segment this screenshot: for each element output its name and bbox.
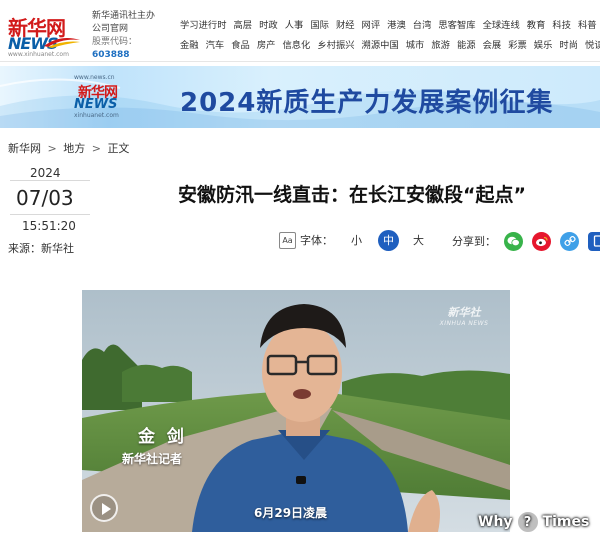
caption-reporter-role: 新华社记者 <box>122 452 183 466</box>
nav-link[interactable]: 旅游 <box>431 37 450 51</box>
xinhuanet-logo[interactable]: 新华网 NEWS www.xinhuanet.com <box>8 8 86 58</box>
nav-link[interactable]: 台湾 <box>413 17 432 31</box>
breadcrumb-home[interactable]: 新华网 <box>8 142 41 155</box>
site-header: 新华网 NEWS www.xinhuanet.com 新华通讯社主办 公司官网 … <box>0 0 600 62</box>
nav-link[interactable]: 房产 <box>257 37 276 51</box>
watermark-times: Times <box>542 514 590 530</box>
corp-line-2: 公司官网 <box>92 24 129 34</box>
breadcrumb-separator: > <box>47 142 57 155</box>
nav-link[interactable]: 信息化 <box>282 37 310 51</box>
nav-link[interactable]: 思客智库 <box>438 17 475 31</box>
font-size-small[interactable]: 小 <box>351 232 362 248</box>
play-icon[interactable] <box>90 494 118 522</box>
meta-divider <box>10 180 90 181</box>
breadcrumb-current: 正文 <box>107 142 130 155</box>
caption-reporter-name: 金 剑 <box>138 427 187 447</box>
nav-link[interactable]: 乡村振兴 <box>317 37 354 51</box>
nav-link[interactable]: 科技 <box>552 17 571 31</box>
nav-link[interactable]: 时政 <box>259 17 278 31</box>
nav-link[interactable]: 悦读 <box>585 37 600 51</box>
stock-label: 股票代码： <box>92 37 138 47</box>
nav-link[interactable]: 金融 <box>180 37 199 51</box>
nav-link[interactable]: 国际 <box>310 17 329 31</box>
video-player[interactable]: 新华社 XINHUA NEWS 金 剑 新华社记者 6月29日凌晨 <box>82 290 510 532</box>
nav-link[interactable]: 学习进行时 <box>180 17 227 31</box>
breadcrumb-separator: > <box>91 142 101 155</box>
nav-link[interactable]: 汽车 <box>206 37 225 51</box>
corp-info: 新华通讯社主办 公司官网 股票代码： 603888 <box>92 10 167 62</box>
nav-link[interactable]: 高层 <box>234 17 253 31</box>
why-times-watermark: Why ? Times <box>478 505 589 539</box>
banner-logo-sub: xinhuanet.com <box>74 112 119 119</box>
nav-link[interactable]: 溯源中国 <box>362 37 399 51</box>
font-size-label: 字体： <box>300 234 333 247</box>
meta-divider <box>10 214 90 215</box>
banner-title: 2024新质生产力发展案例征集 <box>180 88 554 118</box>
wechat-icon[interactable] <box>504 231 523 251</box>
breadcrumb: 新华网 > 地方 > 正文 <box>8 140 132 156</box>
nav-link[interactable]: 会展 <box>483 37 502 51</box>
nav-row-2: 金融 汽车 食品 房产 信息化 乡村振兴 溯源中国 城市 旅游 能源 会展 彩票 娱乐 时尚 悦读 <box>180 34 600 54</box>
nav-link[interactable]: 财经 <box>336 17 355 31</box>
font-size-control: Aa 字体： 小 中 大 <box>279 229 440 251</box>
link-icon[interactable] <box>560 231 579 251</box>
font-size-medium[interactable]: 中 <box>378 229 399 251</box>
nav-link[interactable]: 彩票 <box>508 37 527 51</box>
watermark-en: XINHUA NEWS <box>439 320 489 327</box>
watermark-cn: 新华社 <box>447 306 481 319</box>
nav-link[interactable]: 城市 <box>406 37 425 51</box>
breadcrumb-local[interactable]: 地方 <box>63 142 85 155</box>
font-size-large[interactable]: 大 <box>413 232 424 248</box>
article-source: 来源：新华社 <box>8 242 74 255</box>
nav-link[interactable]: 全球连线 <box>483 17 520 31</box>
nav-row-1: 学习进行时 高层 时政 人事 国际 财经 网评 港澳 台湾 思客智库 全球连线 教育 科技 科普 <box>180 14 600 34</box>
video-watermark: 新华社 XINHUA NEWS <box>434 304 494 327</box>
publish-time: 15:51:20 <box>22 219 76 233</box>
caption-timestamp: 6月29日凌晨 <box>254 506 328 520</box>
nav-link[interactable]: 港澳 <box>387 17 406 31</box>
more-share-icon[interactable] <box>588 231 600 251</box>
campaign-banner[interactable]: www.news.cn 新华网 NEWS xinhuanet.com 2024新… <box>0 66 600 128</box>
nav-link[interactable]: 科普 <box>578 17 597 31</box>
nav-link[interactable]: 教育 <box>527 17 546 31</box>
logo-swoosh-icon <box>44 38 80 48</box>
share-label: 分享到： <box>452 235 496 248</box>
publish-year: 2024 <box>30 166 61 180</box>
nav-link[interactable]: 网评 <box>362 17 381 31</box>
nav-link[interactable]: 食品 <box>231 37 250 51</box>
share-bar: 分享到： <box>452 230 600 252</box>
weibo-icon[interactable] <box>532 231 551 251</box>
aa-font-icon: Aa <box>279 231 296 249</box>
banner-site-url: www.news.cn <box>74 74 115 81</box>
nav-link[interactable]: 时尚 <box>559 37 578 51</box>
corp-line-1: 新华通讯社主办 <box>92 11 156 21</box>
stock-code[interactable]: 603888 <box>92 50 130 60</box>
watermark-why: Why <box>478 514 513 530</box>
banner-logo-en: NEWS <box>74 97 118 112</box>
logo-domain: www.xinhuanet.com <box>8 51 69 58</box>
nav-link[interactable]: 人事 <box>285 17 304 31</box>
nav-link[interactable]: 能源 <box>457 37 476 51</box>
article-headline: 安徽防汛一线直击：在长江安徽段“起点” <box>178 184 526 206</box>
question-mark-icon: ? <box>515 510 540 534</box>
top-nav: 学习进行时 高层 时政 人事 国际 财经 网评 港澳 台湾 思客智库 全球连线 教育 科技 科普 金融 汽车… <box>180 14 600 54</box>
nav-link[interactable]: 娱乐 <box>534 37 553 51</box>
banner-logo: www.news.cn 新华网 NEWS xinhuanet.com <box>74 74 134 119</box>
stock-info: 股票代码： 603888 <box>92 36 167 62</box>
publish-date: 07/03 <box>16 186 74 210</box>
